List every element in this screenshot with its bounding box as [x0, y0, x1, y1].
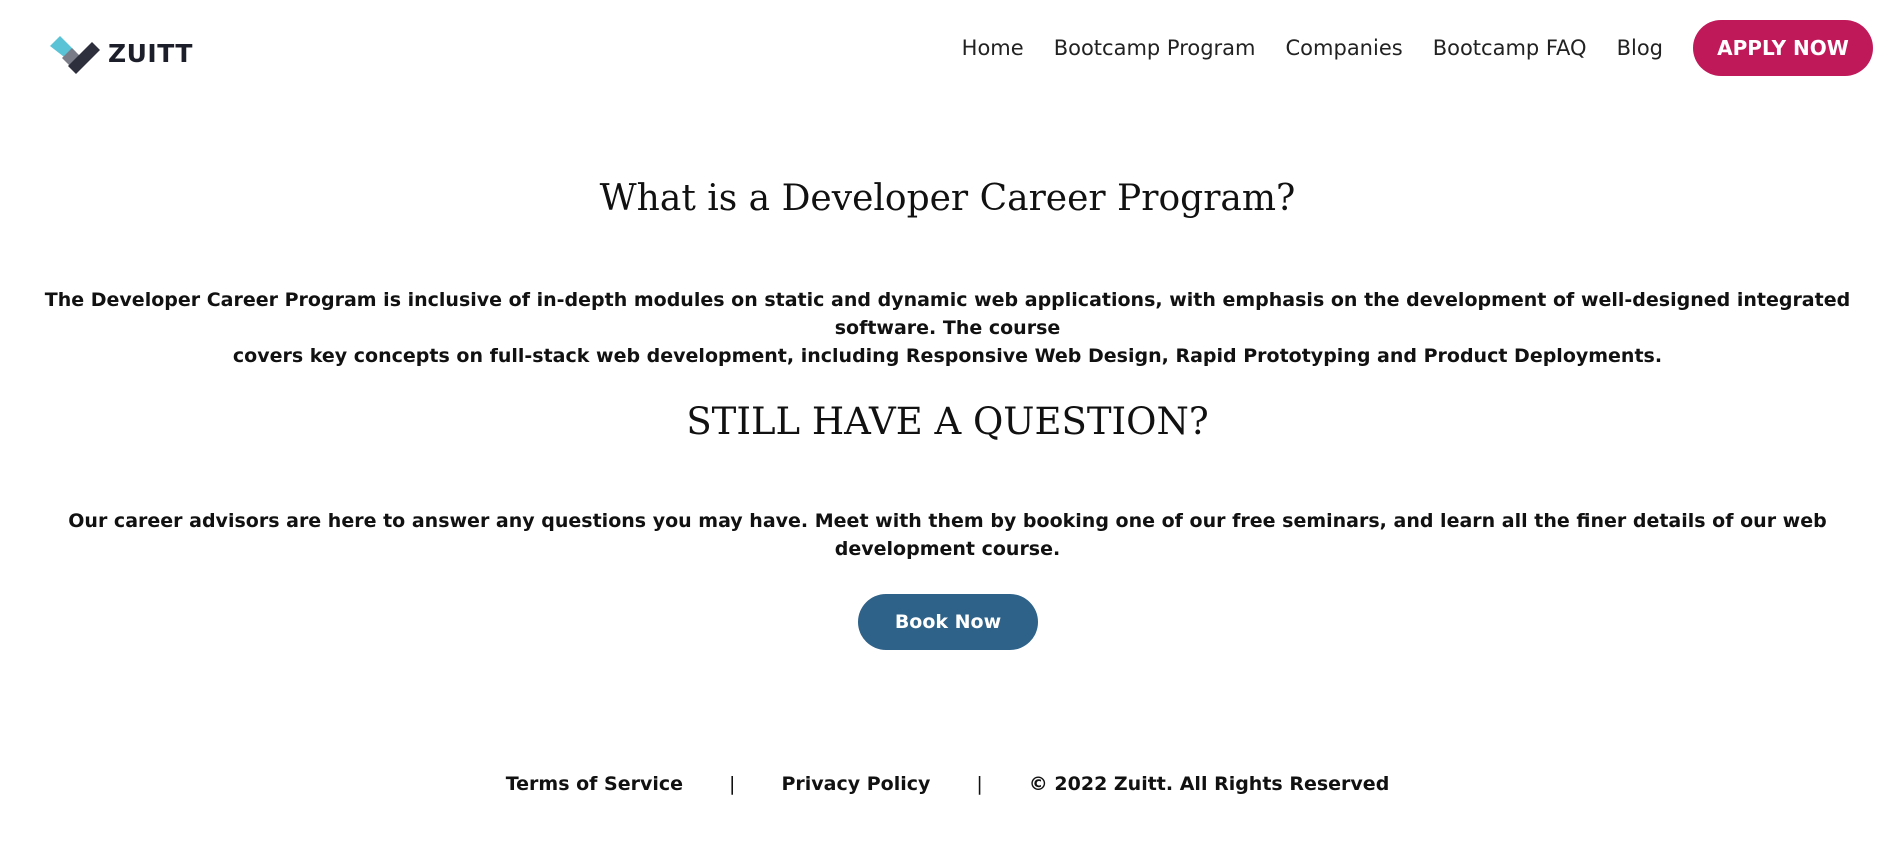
nav-bootcamp-faq[interactable]: Bootcamp FAQ	[1433, 36, 1587, 60]
nav-companies[interactable]: Companies	[1286, 36, 1403, 60]
apply-now-button[interactable]: APPLY NOW	[1693, 19, 1873, 76]
footer-separator: |	[729, 773, 736, 795]
nav-blog[interactable]: Blog	[1617, 36, 1663, 60]
copyright-text: © 2022 Zuitt. All Rights Reserved	[1028, 773, 1390, 795]
program-description-line-2: covers key concepts on full-stack web de…	[232, 345, 1663, 367]
advisors-description: Our career advisors are here to answer a…	[68, 510, 1827, 560]
terms-of-service-link[interactable]: Terms of Service	[506, 773, 683, 795]
footer: Terms of Service | Privacy Policy | © 20…	[0, 773, 1895, 795]
privacy-policy-link[interactable]: Privacy Policy	[781, 773, 930, 795]
program-description: The Developer Career Program is inclusiv…	[0, 286, 1895, 370]
logo-link[interactable]: ZUITT	[46, 32, 193, 74]
program-description-line-1: The Developer Career Program is inclusiv…	[44, 289, 1851, 339]
zuitt-check-icon	[50, 36, 100, 74]
navbar: ZUITT Home Bootcamp Program Companies Bo…	[0, 0, 1895, 95]
footer-separator: |	[976, 773, 983, 795]
logo-text: ZUITT	[108, 38, 193, 68]
nav-home[interactable]: Home	[962, 36, 1024, 60]
program-heading: What is a Developer Career Program?	[599, 178, 1296, 219]
main-nav: Home Bootcamp Program Companies Bootcamp…	[962, 0, 1895, 95]
question-heading: STILL HAVE A QUESTION?	[686, 400, 1209, 443]
nav-bootcamp-program[interactable]: Bootcamp Program	[1054, 36, 1256, 60]
page: ZUITT Home Bootcamp Program Companies Bo…	[0, 0, 1895, 857]
book-now-button[interactable]: Book Now	[858, 594, 1038, 650]
